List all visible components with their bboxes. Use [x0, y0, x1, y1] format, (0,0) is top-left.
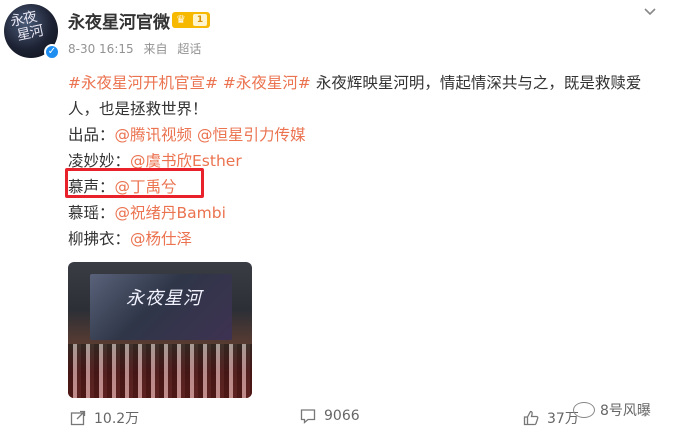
post-image[interactable]: 永夜星河 [68, 262, 252, 398]
comment-count: 9066 [324, 408, 360, 424]
cast-group-photo [68, 344, 252, 398]
mention-link[interactable]: @祝绪丹Bambi [115, 204, 226, 222]
content-line-1: #永夜星河开机官宣# #永夜星河# 永夜辉映星河明，情起情深共与之，既是救赎爱 [68, 70, 668, 96]
watermark-text: 8号风曝 [600, 403, 651, 419]
backdrop-title: 永夜星河 [126, 288, 202, 309]
post-source-label: 来自 [143, 42, 168, 56]
level-badge[interactable]: ♛ 1 [172, 12, 210, 28]
post-date[interactable]: 8-30 16:15 [68, 42, 134, 56]
thumbs-up-icon [523, 410, 539, 426]
post-content: #永夜星河开机官宣# #永夜星河# 永夜辉映星河明，情起情深共与之，既是救赎爱 … [68, 70, 668, 252]
crown-icon: ♛ [176, 13, 186, 26]
verified-icon: ✓ [44, 44, 60, 60]
like-button[interactable]: 37万 [523, 408, 579, 428]
credit-line: 柳拂衣：@杨仕泽 [68, 226, 668, 252]
watermark: 8号风曝 [573, 400, 651, 420]
mention-link[interactable]: @恒星引力传媒 [197, 126, 306, 144]
mention-link[interactable]: @腾讯视频 [115, 126, 193, 144]
content-line-2: 人，也是拯救世界！ [68, 100, 208, 118]
comment-button[interactable]: 9066 [300, 408, 360, 424]
credit-role: 出品： [68, 126, 115, 144]
repost-count: 10.2万 [94, 411, 140, 427]
share-icon [70, 410, 86, 426]
credit-role: 慕瑶： [68, 204, 115, 222]
credit-line: 慕瑶：@祝绪丹Bambi [68, 200, 668, 226]
repost-button[interactable]: 10.2万 [70, 408, 139, 428]
post-client-link[interactable]: 超话 [177, 42, 201, 56]
comment-icon [300, 408, 316, 424]
post-meta: 8-30 16:15 来自 超话 [68, 40, 207, 57]
hashtag-link[interactable]: #永夜星河# [223, 74, 311, 92]
content-text: 永夜辉映星河明，情起情深共与之，既是救赎爱 [315, 74, 642, 92]
red-highlight-box [65, 168, 204, 198]
credit-line: 出品：@腾讯视频 @恒星引力传媒 [68, 122, 668, 148]
author-name[interactable]: 永夜星河官微 [68, 8, 170, 33]
avatar-calligraphy: 永夜 星河 [8, 9, 45, 45]
credit-role: 柳拂衣： [68, 230, 131, 248]
wechat-icon [573, 402, 595, 418]
level-number: 1 [193, 14, 207, 26]
hashtag-link[interactable]: #永夜星河开机官宣# [68, 74, 218, 92]
mention-link[interactable]: @杨仕泽 [130, 230, 192, 248]
chevron-down-icon[interactable] [640, 4, 660, 20]
event-backdrop: 永夜星河 [90, 274, 232, 340]
